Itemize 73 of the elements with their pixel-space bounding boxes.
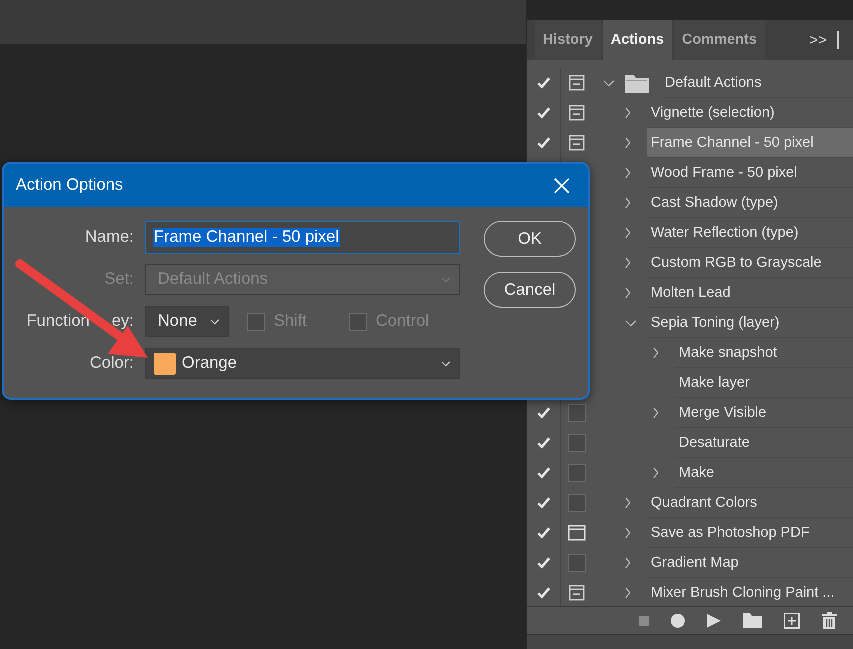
panel-tab[interactable]: History xyxy=(535,20,601,60)
dialog-toggle-icon[interactable] xyxy=(568,404,586,422)
action-item[interactable]: Custom RGB to Grayscale xyxy=(647,248,853,278)
dialog-toggle-icon[interactable] xyxy=(568,554,586,572)
action-item[interactable]: Wood Frame - 50 pixel xyxy=(647,158,853,188)
checkmark-icon[interactable] xyxy=(536,437,550,449)
color-dropdown[interactable]: Orange xyxy=(145,348,460,379)
caret-right-icon[interactable] xyxy=(625,557,631,569)
checkmark-icon[interactable] xyxy=(536,107,550,119)
action-step-item[interactable]: Merge Visible xyxy=(675,398,853,428)
action-step-item[interactable]: Make xyxy=(675,458,853,488)
checkmark-icon[interactable] xyxy=(536,587,550,599)
caret-right-icon[interactable] xyxy=(625,497,631,509)
checkmark-icon[interactable] xyxy=(536,137,550,149)
panel-tab[interactable]: Actions xyxy=(602,20,672,60)
panel-menu-button[interactable]: >> xyxy=(809,32,827,48)
action-item[interactable]: Quadrant Colors xyxy=(647,488,853,518)
name-field[interactable]: Frame Channel - 50 pixel xyxy=(145,221,460,254)
caret-right-icon[interactable] xyxy=(625,107,631,119)
dropdown-caret-icon xyxy=(441,276,451,282)
caret-right-icon[interactable] xyxy=(653,347,659,359)
cancel-button[interactable]: Cancel xyxy=(484,272,576,308)
action-item[interactable]: Frame Channel - 50 pixel xyxy=(647,128,853,158)
action-step-item[interactable]: Make snapshot xyxy=(675,338,853,368)
caret-down-icon[interactable] xyxy=(603,80,615,86)
action-step-item[interactable]: Make layer xyxy=(675,368,853,398)
record-icon[interactable] xyxy=(671,614,685,628)
caret-right-icon[interactable] xyxy=(625,197,631,209)
close-icon[interactable] xyxy=(554,178,570,194)
dropdown-caret-icon xyxy=(210,318,220,324)
folder-icon[interactable] xyxy=(743,613,762,628)
function-key-dropdown[interactable]: None xyxy=(145,306,229,337)
play-icon[interactable] xyxy=(707,614,721,628)
divider-bar-icon xyxy=(837,31,839,49)
checkmark-icon[interactable] xyxy=(536,467,550,479)
trash-icon[interactable] xyxy=(822,612,837,629)
dropdown-caret-icon xyxy=(441,360,451,366)
caret-down-icon[interactable] xyxy=(625,320,637,326)
action-item[interactable]: Cast Shadow (type) xyxy=(647,188,853,218)
action-item[interactable]: Sepia Toning (layer) xyxy=(647,308,853,338)
caret-right-icon[interactable] xyxy=(625,527,631,539)
caret-right-icon[interactable] xyxy=(653,467,659,479)
folder-icon xyxy=(625,74,649,92)
dialog-toggle-icon[interactable] xyxy=(568,434,586,452)
caret-right-icon[interactable] xyxy=(625,227,631,239)
action-item[interactable]: Water Reflection (type) xyxy=(647,218,853,248)
caret-right-icon[interactable] xyxy=(625,587,631,599)
caret-right-icon[interactable] xyxy=(653,407,659,419)
panel-tab[interactable]: Comments xyxy=(674,20,766,60)
caret-right-icon[interactable] xyxy=(625,167,631,179)
checkmark-icon[interactable] xyxy=(536,527,550,539)
dialog-toggle-icon[interactable] xyxy=(568,464,586,482)
caret-right-icon[interactable] xyxy=(625,257,631,269)
action-item[interactable]: Save as Photoshop PDF xyxy=(647,518,853,548)
caret-right-icon[interactable] xyxy=(625,137,631,149)
field-label: Function xyxy=(26,312,90,330)
action-item[interactable]: Molten Lead xyxy=(647,278,853,308)
field-label: Color: xyxy=(88,354,135,373)
field-label: ey: xyxy=(112,312,134,330)
checkmark-icon[interactable] xyxy=(536,557,550,569)
caret-right-icon[interactable] xyxy=(625,287,631,299)
action-item[interactable]: Gradient Map xyxy=(647,548,853,578)
ok-button[interactable]: OK xyxy=(484,221,576,257)
field-label: Name: xyxy=(84,228,135,247)
action-step-item[interactable]: Desaturate xyxy=(675,428,853,458)
new-item-icon[interactable] xyxy=(784,612,800,628)
stop-icon[interactable] xyxy=(639,616,649,626)
checkmark-icon[interactable] xyxy=(536,407,550,419)
checkmark-icon[interactable] xyxy=(536,77,550,89)
checkmark-icon[interactable] xyxy=(536,497,550,509)
dialog-title: Action Options xyxy=(16,176,124,195)
action-set-item[interactable]: Default Actions xyxy=(661,68,853,98)
dialog-toggle-icon[interactable] xyxy=(568,494,586,512)
